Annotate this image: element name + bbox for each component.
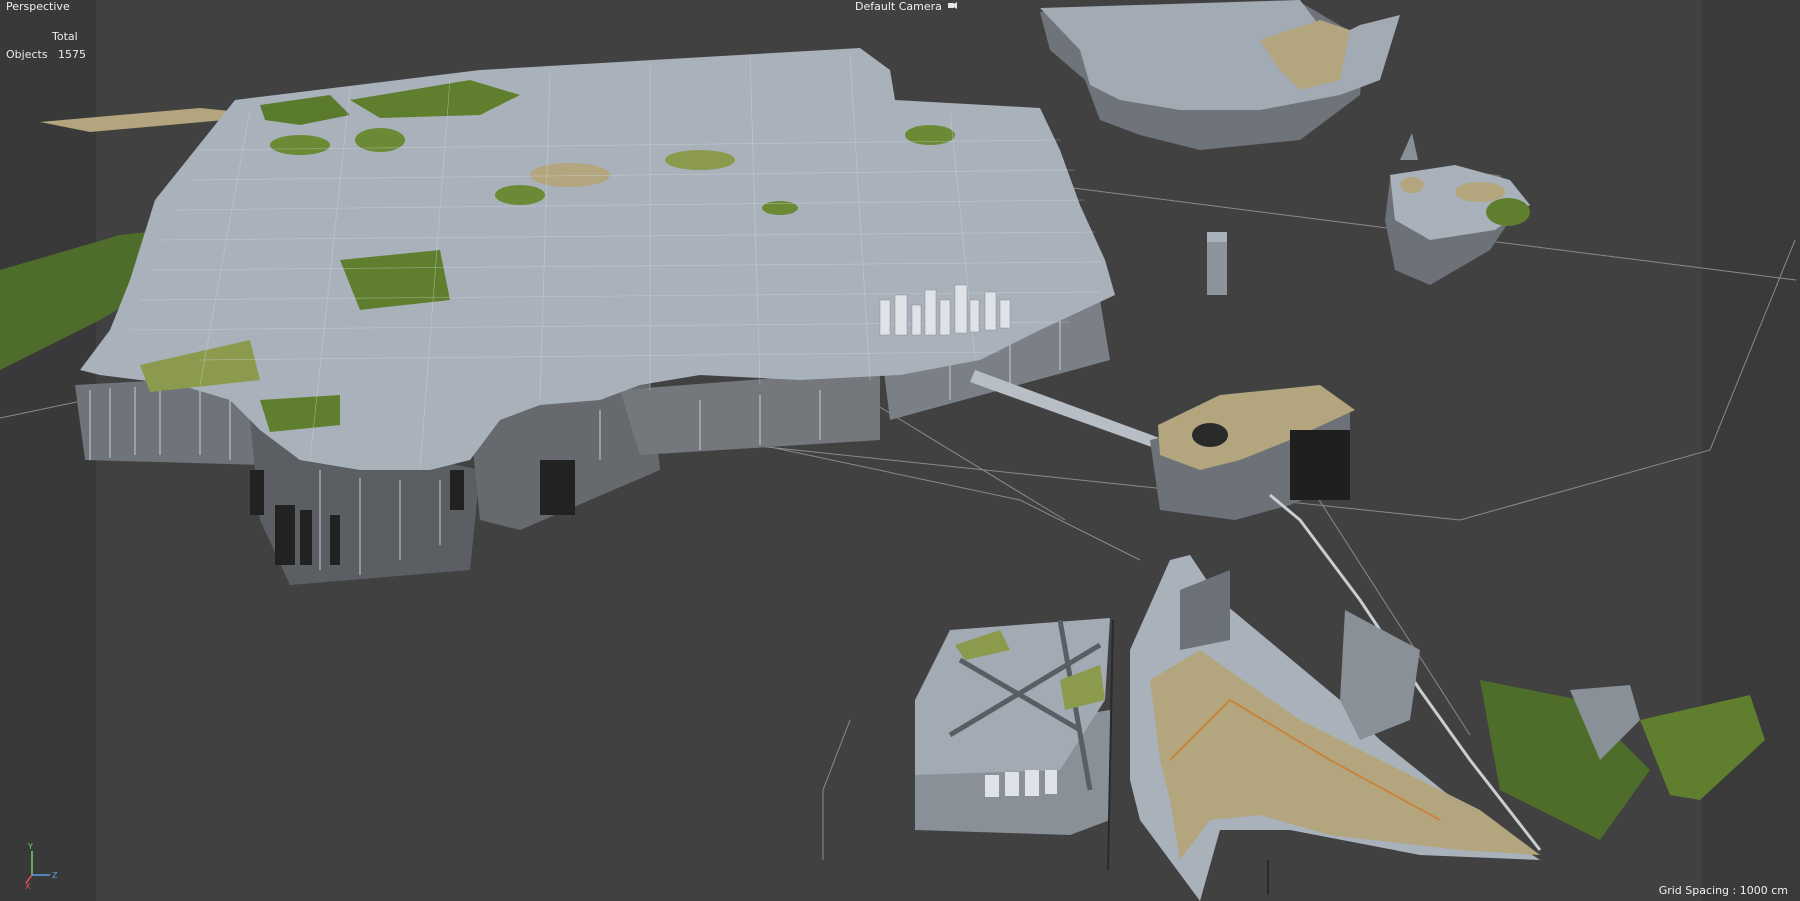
axis-z-label: Z [52, 871, 58, 880]
sand-strip [40, 108, 240, 132]
axis-x-label: X [25, 882, 31, 889]
camera-label: Default Camera [855, 0, 942, 13]
scene-stats: Total Objects 1575 [6, 27, 86, 63]
airport-block [915, 618, 1110, 835]
axis-y-label: Y [27, 842, 33, 851]
island-yerba-buena [1150, 385, 1355, 520]
view-name-label[interactable]: Perspective [6, 0, 70, 13]
3d-viewport[interactable]: Perspective Default Camera Total Objects… [0, 0, 1800, 901]
city-model-render[interactable] [0, 0, 1800, 901]
north-land [1040, 0, 1400, 150]
axis-gizmo: Y Z X [25, 842, 58, 889]
camera-icon [948, 0, 958, 9]
pillar-structure [1207, 232, 1227, 295]
green-tiles-right [1480, 680, 1765, 840]
camera-selector[interactable]: Default Camera [855, 0, 958, 13]
objects-label: Objects [6, 47, 48, 61]
stats-objects-row: Objects 1575 [6, 45, 86, 63]
angel-island [1385, 133, 1530, 285]
objects-value: 1575 [58, 47, 86, 61]
bay-bridge [970, 370, 1165, 450]
grid-spacing-readout: Grid Spacing : 1000 cm [1658, 884, 1788, 897]
stats-header: Total [52, 29, 78, 43]
east-shoreline [1130, 555, 1540, 901]
